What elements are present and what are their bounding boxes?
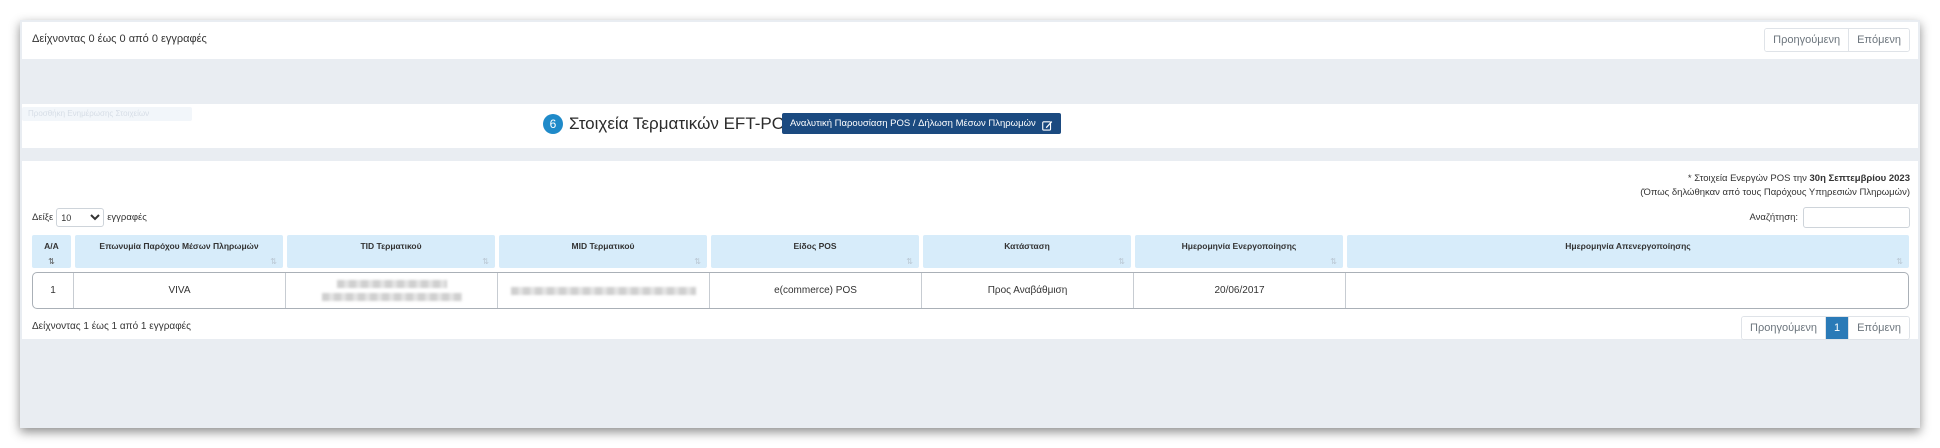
- section-header: Προσθήκη Ενημέρωσης Στοιχείων 6 Στοιχεία…: [22, 104, 1918, 148]
- sort-icon: ⇅: [1896, 257, 1903, 266]
- pos-table-panel: * Στοιχεία Ενεργών POS την 30η Σεπτεμβρί…: [22, 161, 1918, 340]
- entries-select[interactable]: 10: [56, 208, 105, 227]
- pos-details-button[interactable]: Αναλυτική Παρουσίαση POS / Δήλωση Μέσων …: [782, 113, 1061, 134]
- column-header-label: Επωνυμία Παρόχου Μέσων Πληρωμών: [99, 241, 259, 251]
- cell-provider: VIVA: [74, 273, 286, 308]
- cell-status: Προς Αναβάθμιση: [922, 273, 1134, 308]
- section-title: 6 Στοιχεία Τερματικών EFT-POS: [543, 114, 796, 134]
- page-frame: Δείχνοντας 0 έως 0 από 0 εγγραφές Προηγο…: [20, 20, 1920, 428]
- cell-pos-type: e(commerce) POS: [710, 273, 922, 308]
- column-header-label: Ημερομηνία Ενεργοποίησης: [1181, 241, 1297, 251]
- column-header-label: Κατάσταση: [1004, 241, 1050, 251]
- table-info-empty: Δείχνοντας 0 έως 0 από 0 εγγραφές: [32, 33, 207, 45]
- page-1-button[interactable]: 1: [1824, 317, 1849, 339]
- sort-icon: ⇅: [48, 257, 55, 266]
- cell-aa: 1: [33, 273, 74, 308]
- cell-deactivation: [1346, 273, 1908, 308]
- column-header-mid[interactable]: MID Τερματικού ⇅: [499, 235, 707, 268]
- next-page-button[interactable]: Επόμενη: [1848, 317, 1909, 339]
- column-header-label: TID Τερματικού: [360, 241, 422, 251]
- previous-table-footer: Δείχνοντας 0 έως 0 από 0 εγγραφές Προηγο…: [22, 22, 1918, 59]
- sort-icon: ⇅: [1330, 257, 1337, 266]
- next-page-button[interactable]: Επόμενη: [1848, 29, 1909, 51]
- column-header-status[interactable]: Κατάσταση ⇅: [923, 235, 1131, 268]
- section-number-badge: 6: [543, 114, 563, 134]
- section-title-text: Στοιχεία Τερματικών EFT-POS: [569, 114, 797, 133]
- length-label: Δείξε: [32, 212, 54, 223]
- table-info: Δείχνοντας 1 έως 1 από 1 εγγραφές: [32, 321, 191, 332]
- cell-activation: 20/06/2017: [1134, 273, 1346, 308]
- redacted-tid: [321, 280, 462, 301]
- column-header-label: Είδος POS: [793, 241, 837, 251]
- column-header-activation[interactable]: Ημερομηνία Ενεργοποίησης ⇅: [1135, 235, 1343, 268]
- search-control: Αναζήτηση:: [1749, 207, 1910, 228]
- pagination-bottom: Προηγούμενη 1 Επόμενη: [1741, 316, 1910, 340]
- sort-icon: ⇅: [1118, 257, 1125, 266]
- prev-page-button[interactable]: Προηγούμενη: [1742, 317, 1825, 339]
- prev-page-button[interactable]: Προηγούμενη: [1765, 29, 1849, 51]
- search-input[interactable]: [1803, 207, 1910, 228]
- column-header-label: MID Τερματικού: [571, 241, 635, 251]
- redacted-bar: [321, 293, 462, 301]
- column-header-provider[interactable]: Επωνυμία Παρόχου Μέσων Πληρωμών ⇅: [75, 235, 283, 268]
- pos-details-button-label: Αναλυτική Παρουσίαση POS / Δήλωση Μέσων …: [790, 118, 1036, 129]
- table-header: Α/Α ⇅ Επωνυμία Παρόχου Μέσων Πληρωμών ⇅ …: [32, 235, 1909, 268]
- search-label: Αναζήτηση:: [1749, 212, 1798, 223]
- redacted-bar: [336, 280, 447, 288]
- redacted-mid: [511, 286, 696, 295]
- pos-note: * Στοιχεία Ενεργών POS την 30η Σεπτεμβρί…: [1640, 172, 1910, 200]
- cell-tid: [286, 273, 498, 308]
- column-header-tid[interactable]: TID Τερματικού ⇅: [287, 235, 495, 268]
- sort-icon: ⇅: [482, 257, 489, 266]
- pos-note-line2: (Όπως δηλώθηκαν από τους Παρόχους Υπηρεσ…: [1640, 187, 1910, 198]
- cell-mid: [498, 273, 710, 308]
- entries-length-control: Δείξε 10 εγγραφές: [32, 208, 147, 227]
- column-header-deactivation[interactable]: Ημερομηνία Απενεργοποίησης ⇅: [1347, 235, 1909, 268]
- length-suffix: εγγραφές: [107, 212, 147, 223]
- column-header-aa[interactable]: Α/Α ⇅: [32, 235, 71, 268]
- edit-icon: [1041, 118, 1053, 131]
- column-header-label: Ημερομηνία Απενεργοποίησης: [1565, 241, 1691, 251]
- faded-action-button[interactable]: Προσθήκη Ενημέρωσης Στοιχείων: [22, 107, 192, 121]
- pos-note-prefix: * Στοιχεία Ενεργών POS την: [1687, 173, 1807, 184]
- sort-icon: ⇅: [906, 257, 913, 266]
- column-header-pos-type[interactable]: Είδος POS ⇅: [711, 235, 919, 268]
- column-header-label: Α/Α: [44, 241, 59, 251]
- pos-note-line1: * Στοιχεία Ενεργών POS την 30η Σεπτεμβρί…: [1640, 172, 1910, 186]
- sort-icon: ⇅: [694, 257, 701, 266]
- pagination-top: Προηγούμενη Επόμενη: [1764, 28, 1910, 52]
- table-row: 1 VIVA e(commerce) POS Προς Αναβάθμιση 2…: [32, 272, 1909, 309]
- pos-note-date: 30η Σεπτεμβρίου 2023: [1809, 173, 1910, 184]
- sort-icon: ⇅: [270, 257, 277, 266]
